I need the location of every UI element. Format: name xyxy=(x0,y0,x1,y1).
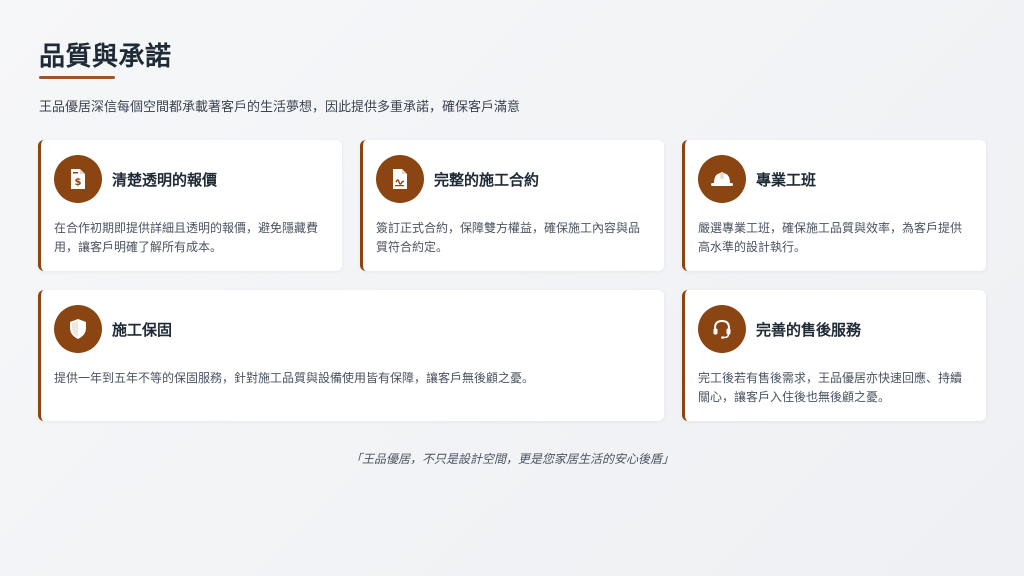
card-title: 清楚透明的報價 xyxy=(112,170,218,189)
invoice-dollar-icon: $ xyxy=(54,155,102,203)
shield-icon xyxy=(54,305,102,353)
card-description: 完工後若有售後需求，王品優居亦快速回應、持續關心，讓客戶入住後也無後顧之憂。 xyxy=(698,371,963,404)
card-professional-crew: 專業工班 嚴選專業工班，確保施工品質與效率，為客戶提供高水準的設計執行。 xyxy=(682,140,986,271)
card-after-sales-service: 完善的售後服務 完工後若有售後需求，王品優居亦快速回應、持續關心，讓客戶入住後也… xyxy=(682,290,986,421)
signed-contract-icon xyxy=(376,155,424,203)
title-underline xyxy=(39,76,115,79)
card-title: 施工保固 xyxy=(112,320,173,339)
card-title: 專業工班 xyxy=(756,170,817,189)
card-transparent-quote: $ 清楚透明的報價 在合作初期即提供詳細且透明的報價，避免隱藏費用，讓客戶明確了… xyxy=(38,140,342,271)
card-description: 簽訂正式合約，保障雙方權益，確保施工內容與品質符合約定。 xyxy=(376,221,641,254)
card-title: 完善的售後服務 xyxy=(756,320,862,339)
page-subtitle: 王品優居深信每個空間都承載著客戶的生活夢想，因此提供多重承諾，確保客戶滿意 xyxy=(39,100,521,115)
hard-hat-icon xyxy=(698,155,746,203)
page-title: 品質與承諾 xyxy=(39,42,172,72)
headset-icon xyxy=(698,305,746,353)
card-warranty: 施工保固 提供一年到五年不等的保固服務，針對施工品質與設備使用皆有保障，讓客戶無… xyxy=(38,290,664,421)
svg-text:$: $ xyxy=(75,177,82,188)
card-construction-contract: 完整的施工合約 簽訂正式合約，保障雙方權益，確保施工內容與品質符合約定。 xyxy=(360,140,664,271)
footer-slogan: 「王品優居，不只是設計空間，更是您家居生活的安心後盾」 xyxy=(349,452,674,466)
card-description: 提供一年到五年不等的保固服務，針對施工品質與設備使用皆有保障，讓客戶無後顧之憂。 xyxy=(54,371,535,385)
card-description: 在合作初期即提供詳細且透明的報價，避免隱藏費用，讓客戶明確了解所有成本。 xyxy=(54,221,319,254)
card-title: 完整的施工合約 xyxy=(434,170,540,189)
card-description: 嚴選專業工班，確保施工品質與效率，為客戶提供高水準的設計執行。 xyxy=(698,221,963,254)
